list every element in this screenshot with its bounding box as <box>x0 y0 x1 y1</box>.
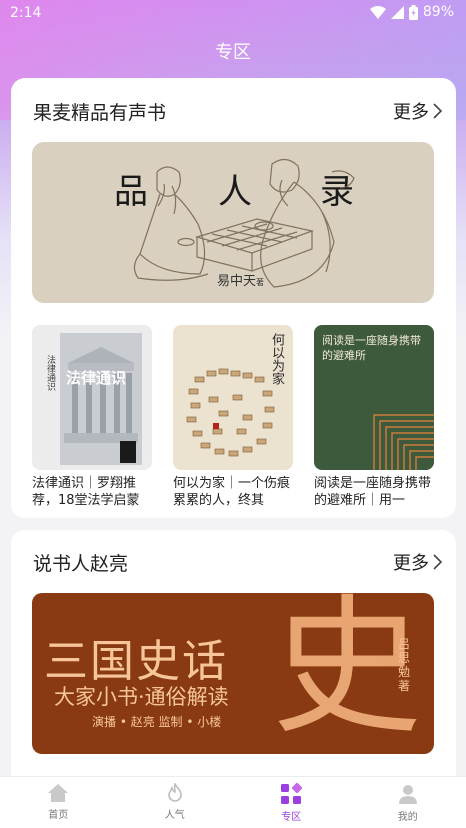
cover-title: 法律通识 <box>66 369 127 387</box>
book-cover: 法律通识 法律通识 <box>32 325 152 470</box>
bottom-tab-bar: 首页 人气 专区 我的 <box>0 776 466 828</box>
grid-icon <box>281 783 303 804</box>
tab-label: 首页 <box>48 810 69 821</box>
tab-label: 我的 <box>397 812 418 823</box>
status-time: 2:14 <box>10 5 42 21</box>
section-title: 果麦精品有声书 <box>33 102 167 124</box>
more-button[interactable]: 更多 <box>393 549 442 575</box>
banner-author: 易中天著 <box>217 270 264 289</box>
book-item[interactable]: 阅读是一座随身携带的避难所 阅读是一座随身携带的避难所｜用一 <box>314 325 434 509</box>
featured-banner[interactable]: 品 人 录 易中天著 <box>32 142 434 303</box>
wifi-icon <box>369 5 386 19</box>
chevron-right-icon <box>433 554 442 570</box>
book-title: 法律通识｜罗翔推荐，18堂法学启蒙 <box>32 476 140 508</box>
featured-banner[interactable]: 史 三国史话 大家小书·通俗解读 演播 • 赵亮 监制 • 小楼 吕思勉著 <box>32 593 434 754</box>
status-bar: 2:14 89% <box>0 0 466 26</box>
chevron-right-icon <box>433 103 442 119</box>
section-title: 说书人赵亮 <box>33 553 129 575</box>
battery-icon <box>408 4 418 20</box>
tab-label: 专区 <box>281 812 302 823</box>
page-title: 专区 <box>215 42 251 63</box>
signal-icon <box>390 5 404 19</box>
book-title: 阅读是一座随身携带的避难所｜用一 <box>314 476 432 508</box>
tab-home[interactable]: 首页 <box>0 777 117 828</box>
cover-illustration <box>373 414 434 470</box>
tab-zone[interactable]: 专区 <box>233 777 350 828</box>
more-label: 更多 <box>393 102 429 123</box>
user-icon <box>398 785 417 804</box>
battery-percent: 89% <box>422 4 454 20</box>
more-button[interactable]: 更多 <box>393 98 442 124</box>
book-item[interactable]: 法律通识 法律通识 法律通识｜罗翔推荐，18堂法学启蒙 <box>32 325 152 509</box>
more-label: 更多 <box>393 553 429 574</box>
author-suffix: 著 <box>256 278 265 287</box>
fire-icon <box>167 783 182 802</box>
tab-popular[interactable]: 人气 <box>117 777 234 828</box>
book-cover: 阅读是一座随身携带的避难所 <box>314 325 434 470</box>
book-list: 法律通识 法律通识 法律通识｜罗翔推荐，18堂法学启蒙 何以为家 何以为家｜一个… <box>32 325 434 510</box>
banner-author: 吕思勉著 <box>398 637 411 693</box>
status-icons: 89% <box>369 4 454 20</box>
cover-illustration <box>60 333 142 465</box>
banner-credit: 演播 • 赵亮 监制 • 小楼 <box>92 715 222 729</box>
section-card-storyteller: 说书人赵亮 更多 史 三国史话 大家小书·通俗解读 演播 • 赵亮 监制 • 小… <box>11 530 456 790</box>
cover-art <box>60 333 142 465</box>
tab-label: 人气 <box>164 810 185 821</box>
banner-subtitle: 大家小书·通俗解读 <box>54 685 229 709</box>
tab-profile[interactable]: 我的 <box>350 777 466 828</box>
author-name: 易中天 <box>217 274 257 289</box>
book-cover: 何以为家 <box>173 325 293 470</box>
cover-spine: 法律通识 <box>45 355 55 391</box>
book-title: 何以为家｜一个伤痕累累的人，终其 <box>173 476 291 508</box>
home-icon <box>48 784 69 802</box>
section-card-audiobooks: 果麦精品有声书 更多 品 人 录 易中天著 法律通识 法律通识 法律通识｜罗翔推… <box>11 78 456 518</box>
book-item[interactable]: 何以为家 何以为家｜一个伤痕累累的人，终其 <box>173 325 293 509</box>
banner-title: 三国史话 <box>44 636 228 687</box>
cover-illustration <box>186 368 275 457</box>
